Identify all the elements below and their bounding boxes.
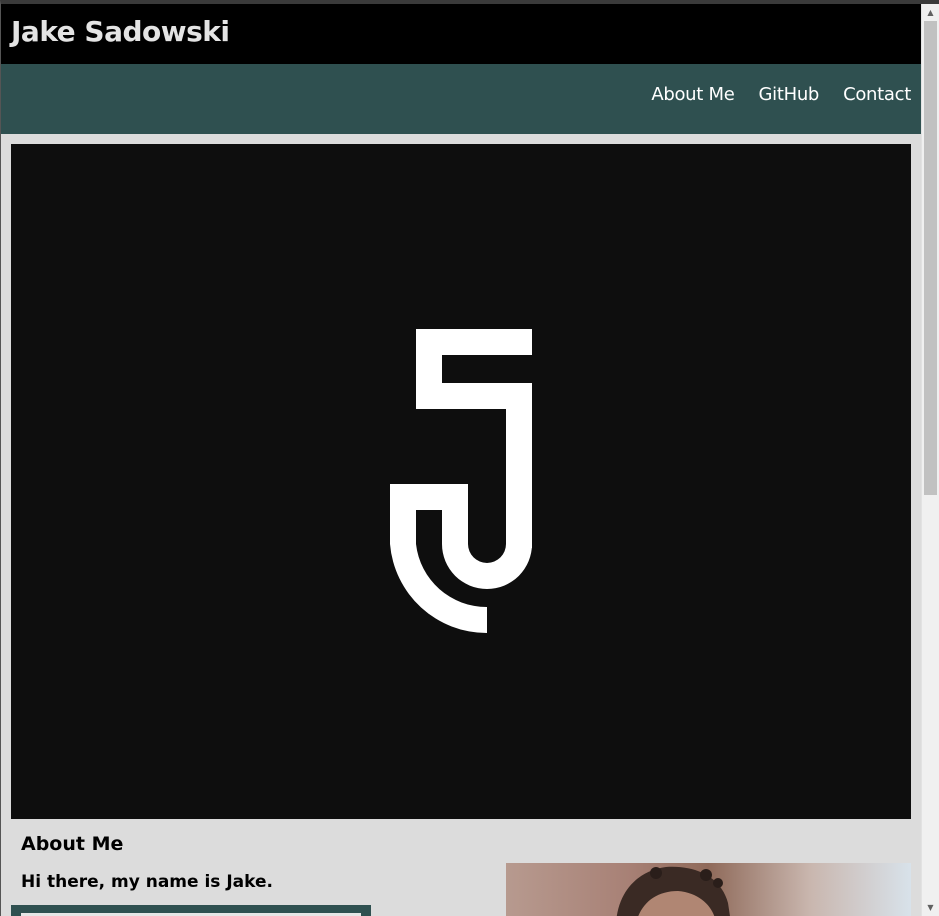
nav-bar: About Me GitHub Contact (1, 64, 921, 134)
about-card (11, 905, 371, 916)
site-header: Jake Sadowski (1, 4, 921, 64)
page: Jake Sadowski About Me GitHub Contact Ab… (1, 4, 921, 916)
hero-banner (11, 144, 911, 819)
jake-j-logo-icon (390, 329, 532, 634)
about-heading: About Me (21, 833, 124, 855)
nav-link-about-me[interactable]: About Me (651, 84, 734, 105)
nav-link-contact[interactable]: Contact (843, 84, 911, 105)
vertical-scrollbar[interactable]: ▲ ▼ (921, 4, 939, 916)
about-intro: Hi there, my name is Jake. (21, 872, 273, 892)
profile-photo (506, 863, 911, 916)
nav-link-github[interactable]: GitHub (758, 84, 819, 105)
chevron-down-icon[interactable]: ▼ (922, 899, 939, 916)
profile-photo-graphic (616, 866, 730, 916)
nav-links: About Me GitHub Contact (651, 84, 911, 105)
scrollbar-thumb[interactable] (924, 21, 937, 495)
site-title[interactable]: Jake Sadowski (11, 15, 230, 48)
chevron-up-icon[interactable]: ▲ (922, 4, 939, 21)
